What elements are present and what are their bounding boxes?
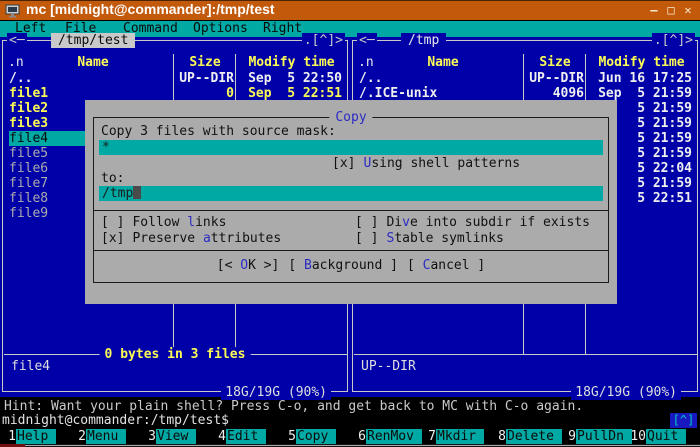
- terminal-window: mc [midnight@commander]:/tmp/test – □ ✕ …: [0, 0, 700, 447]
- minimize-button[interactable]: –: [646, 3, 662, 18]
- column-header-size[interactable]: Size: [174, 55, 236, 70]
- dialog-button-row: [< OK >] [ Background ] [ Cancel ]: [93, 258, 609, 273]
- panel-history-back-icon[interactable]: <─: [7, 33, 27, 48]
- right-panel-path[interactable]: /tmp: [401, 33, 446, 48]
- fkey-pulldn[interactable]: 9PullDn: [560, 429, 630, 444]
- sort-indicator[interactable]: .n: [358, 55, 374, 70]
- maximize-button[interactable]: □: [663, 3, 679, 18]
- frame-line: [25, 445, 700, 446]
- copy-dialog: Copy Copy 3 files with source mask: * [x…: [85, 100, 617, 304]
- to-label: to:: [101, 171, 124, 186]
- fkey-renmov[interactable]: 6RenMov: [350, 429, 420, 444]
- ok-button[interactable]: [< OK >]: [217, 258, 280, 273]
- fkey-help[interactable]: 1Help: [0, 429, 70, 444]
- sort-indicator[interactable]: .n: [8, 55, 24, 70]
- fkey-delete[interactable]: 8Delete: [490, 429, 560, 444]
- fkey-copy[interactable]: 5Copy: [280, 429, 350, 444]
- column-header-size[interactable]: Size: [524, 55, 586, 70]
- source-mask-label: Copy 3 files with source mask:: [101, 124, 336, 139]
- shell-prompt[interactable]: midnight@commander:/tmp/test$: [2, 413, 229, 428]
- file-row[interactable]: /..UP--DIRJun 16 17:25: [354, 71, 696, 86]
- panel-history-back-icon[interactable]: <─: [357, 33, 377, 48]
- preserve-attributes-checkbox[interactable]: [x]Preserve attributes: [101, 231, 281, 246]
- cancel-button[interactable]: [ Cancel ]: [407, 258, 485, 273]
- column-header-name[interactable]: Name: [33, 55, 153, 70]
- column-header-mtime[interactable]: Modify time: [587, 55, 696, 70]
- terminal-app-icon: [5, 4, 20, 22]
- destination-input[interactable]: /tmp: [99, 186, 603, 201]
- left-mini-status: file4: [11, 359, 50, 374]
- text-cursor: [133, 186, 141, 199]
- fkey-view[interactable]: 3View: [140, 429, 210, 444]
- tagged-files-summary: 0 bytes in 3 files: [100, 347, 251, 362]
- dialog-divider: [93, 210, 609, 211]
- function-key-bar: 1Help 2Menu 3View 4Edit 5Copy 6RenMov 7M…: [0, 429, 700, 444]
- column-header-mtime[interactable]: Modify time: [237, 55, 346, 70]
- file-row[interactable]: /.ICE-unix4096Sep 5 21:59: [354, 86, 696, 101]
- column-header-name[interactable]: Name: [383, 55, 503, 70]
- fkey-edit[interactable]: 4Edit: [210, 429, 280, 444]
- file-row[interactable]: /..UP--DIRSep 5 22:50: [4, 71, 346, 86]
- stable-symlinks-checkbox[interactable]: [ ]Stable symlinks: [355, 231, 504, 246]
- follow-links-checkbox[interactable]: [ ]Follow links: [101, 215, 226, 230]
- fkey-menu[interactable]: 2Menu: [70, 429, 140, 444]
- panel-buttons-icon[interactable]: .[^]>: [302, 33, 345, 48]
- left-panel-path[interactable]: /tmp/test: [51, 33, 135, 48]
- hint-line: Hint: Want your plain shell? Press C-o, …: [4, 399, 583, 414]
- dialog-title: Copy: [329, 110, 372, 125]
- shell-patterns-checkbox[interactable]: [x]Using shell patterns: [332, 156, 520, 171]
- panel-separator: [354, 354, 697, 355]
- window-title: mc [midnight@commander]:/tmp/test: [26, 2, 275, 17]
- fkey-quit[interactable]: 10Quit: [630, 429, 700, 444]
- right-free-space: 18G/19G (90%): [571, 385, 681, 400]
- source-mask-input[interactable]: *: [99, 140, 603, 155]
- left-free-space: 18G/19G (90%): [221, 385, 331, 400]
- file-row[interactable]: file10Sep 5 22:51: [4, 86, 346, 101]
- menu-right[interactable]: Right: [263, 21, 302, 36]
- dive-into-subdir-checkbox[interactable]: [ ]Dive into subdir if exists: [355, 215, 590, 230]
- dialog-divider: [93, 250, 609, 251]
- close-button[interactable]: ✕: [680, 3, 696, 18]
- fkey-mkdir[interactable]: 7Mkdir: [420, 429, 490, 444]
- window-titlebar: mc [midnight@commander]:/tmp/test – □ ✕: [0, 0, 700, 20]
- scroll-up-icon[interactable]: [^]: [670, 413, 697, 428]
- menu-options[interactable]: Options: [193, 21, 248, 36]
- panel-buttons-icon[interactable]: .[^]>: [652, 33, 695, 48]
- background-button[interactable]: [ Background ]: [288, 258, 398, 273]
- right-mini-status: UP--DIR: [361, 359, 416, 374]
